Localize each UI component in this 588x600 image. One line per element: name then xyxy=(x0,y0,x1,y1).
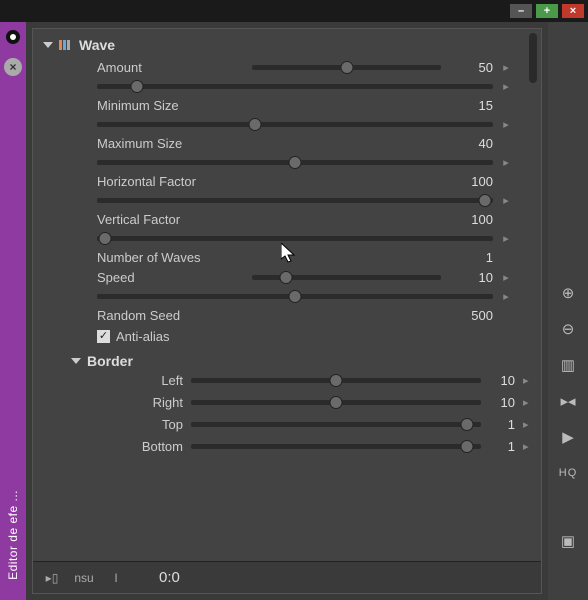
keyframe-icon[interactable]: ▸ xyxy=(499,271,513,284)
param-value[interactable]: 1 xyxy=(451,250,493,265)
param-slider[interactable] xyxy=(191,378,481,383)
param-label: Left xyxy=(127,373,183,388)
zoom-in-icon[interactable]: ⊕ xyxy=(557,282,579,304)
vertical-scrollbar[interactable] xyxy=(527,33,539,555)
param-label: Number of Waves xyxy=(97,250,451,265)
slider-thumb[interactable] xyxy=(289,290,302,303)
border-param-row: Right10▸ xyxy=(127,391,533,413)
param-slider[interactable] xyxy=(97,122,493,127)
record-dot-icon[interactable] xyxy=(6,30,20,44)
hq-toggle[interactable]: HQ xyxy=(557,462,579,484)
section-header-wave[interactable]: Wave xyxy=(37,35,533,57)
slider-thumb[interactable] xyxy=(460,440,473,453)
param-slider[interactable] xyxy=(191,444,481,449)
param-label: Horizontal Factor xyxy=(97,174,451,189)
slider-thumb[interactable] xyxy=(479,194,492,207)
param-label: Minimum Size xyxy=(97,98,451,113)
param-slider[interactable] xyxy=(97,294,493,299)
border-param-row: Left10▸ xyxy=(127,369,533,391)
param-slider[interactable] xyxy=(252,275,441,280)
slider-thumb[interactable] xyxy=(249,118,262,131)
param-value[interactable]: 15 xyxy=(451,98,493,113)
param-value[interactable]: 1 xyxy=(489,439,515,454)
anti-alias-row[interactable]: ✓ Anti-alias xyxy=(97,325,533,347)
keyframe-icon[interactable]: ▸ xyxy=(499,232,513,245)
nsu-label[interactable]: nsu xyxy=(75,571,93,585)
section-title: Border xyxy=(87,353,133,369)
param-value[interactable]: 100 xyxy=(451,212,493,227)
disclosure-triangle-icon[interactable] xyxy=(43,42,53,48)
checkbox-icon[interactable]: ✓ xyxy=(97,330,110,343)
keyframe-icon[interactable]: ▸ xyxy=(499,156,513,169)
param-slider[interactable] xyxy=(252,65,441,70)
param-label: Vertical Factor xyxy=(97,212,451,227)
param-slider[interactable] xyxy=(97,198,493,203)
param-label: Right xyxy=(127,395,183,410)
slider-thumb[interactable] xyxy=(460,418,473,431)
param-label: Speed xyxy=(97,270,242,285)
effect-icon xyxy=(59,40,73,50)
param-value[interactable]: 40 xyxy=(451,136,493,151)
slider-thumb[interactable] xyxy=(330,396,343,409)
param-value[interactable]: 10 xyxy=(451,270,493,285)
keyframe-icon[interactable]: ▸ xyxy=(499,80,513,93)
layout-icon[interactable]: ▥ xyxy=(557,354,579,376)
param-value[interactable]: 50 xyxy=(451,60,493,75)
section-title: Wave xyxy=(79,37,115,53)
goto-start-icon[interactable]: ▸▯ xyxy=(43,571,61,585)
border-param-row: Bottom1▸ xyxy=(127,435,533,457)
slider-thumb[interactable] xyxy=(289,156,302,169)
param-value[interactable]: 100 xyxy=(451,174,493,189)
text-cursor-icon[interactable]: I xyxy=(107,571,125,585)
timecode-display[interactable]: 0:0 xyxy=(159,569,180,586)
window-close-button[interactable]: × xyxy=(562,4,584,18)
keyframe-icon[interactable]: ▸ xyxy=(499,194,513,207)
param-value[interactable]: 500 xyxy=(451,308,493,323)
param-slider[interactable] xyxy=(97,84,493,89)
param-value[interactable]: 10 xyxy=(489,373,515,388)
keyframe-icon[interactable]: ▸ xyxy=(499,118,513,131)
checkbox-label: Anti-alias xyxy=(116,329,169,344)
slider-thumb[interactable] xyxy=(130,80,143,93)
section-header-border[interactable]: Border xyxy=(71,353,533,369)
param-label: Amount xyxy=(97,60,242,75)
status-bar: ▸▯ nsu I 0:0 xyxy=(33,561,541,593)
disclosure-triangle-icon[interactable] xyxy=(71,358,81,364)
left-tab-strip: × Editor de efe ... xyxy=(0,22,26,600)
param-value[interactable]: 10 xyxy=(489,395,515,410)
tab-title-vertical[interactable]: Editor de efe ... xyxy=(6,490,20,580)
slider-thumb[interactable] xyxy=(98,232,111,245)
keyframe-icon[interactable]: ▸ xyxy=(499,61,513,74)
param-value[interactable]: 1 xyxy=(489,417,515,432)
param-slider[interactable] xyxy=(191,400,481,405)
effects-panel: Wave Amount 50 ▸ ▸ Minimum Size15 ▸ Maximum Si… xyxy=(26,22,548,600)
param-slider[interactable] xyxy=(97,160,493,165)
right-tool-strip: ⊕ ⊖ ▥ ▸◂ ▶ HQ ▣ xyxy=(548,22,588,600)
scrollbar-thumb[interactable] xyxy=(529,33,537,83)
param-slider[interactable] xyxy=(97,236,493,241)
play-icon[interactable]: ▶ xyxy=(557,426,579,448)
param-slider[interactable] xyxy=(191,422,481,427)
param-label: Random Seed xyxy=(97,308,451,323)
window-maximize-button[interactable]: + xyxy=(536,4,558,18)
render-icon[interactable]: ▣ xyxy=(557,530,579,552)
param-label: Bottom xyxy=(127,439,183,454)
slider-thumb[interactable] xyxy=(330,374,343,387)
keyframe-icon[interactable]: ▸ xyxy=(499,290,513,303)
param-label: Maximum Size xyxy=(97,136,451,151)
loop-icon[interactable]: ▸◂ xyxy=(557,390,579,412)
param-label: Top xyxy=(127,417,183,432)
tab-close-button[interactable]: × xyxy=(4,58,22,76)
zoom-out-icon[interactable]: ⊖ xyxy=(557,318,579,340)
window-minimize-button[interactable]: – xyxy=(510,4,532,18)
titlebar: – + × xyxy=(0,0,588,22)
border-param-row: Top1▸ xyxy=(127,413,533,435)
